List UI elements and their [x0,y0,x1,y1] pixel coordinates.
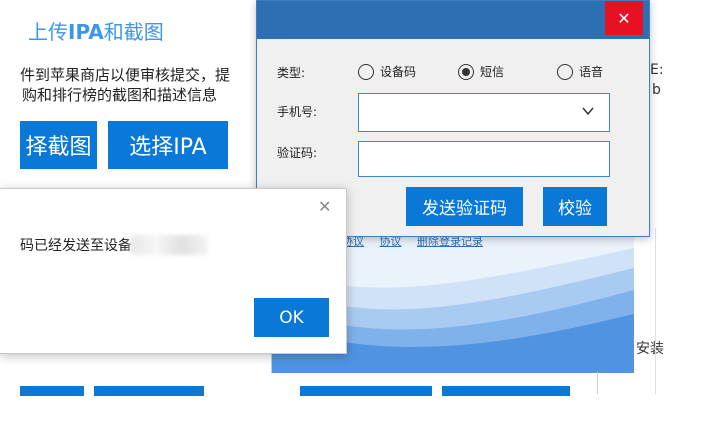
type-label: 类型: [277,66,306,80]
divider-line [655,228,656,394]
radio-circle [557,63,573,80]
radio-label: 短信 [480,65,505,79]
chevron-down-icon [582,107,594,116]
main-description-line1: 件到苹果商店以便审核提交，提 [20,66,231,84]
main-title: 上传IPA和截图 [28,20,164,44]
select-screenshot-button[interactable]: 择截图 [20,121,97,169]
phone-select[interactable] [358,93,610,132]
radio-label: 语音 [579,65,604,79]
message-text: 码已经发送至设备 [20,238,132,254]
radio-sms[interactable]: 短信 [458,63,504,80]
divider-line [597,372,598,394]
close-icon: ✕ [617,8,631,28]
bottom-button-3[interactable] [300,386,432,396]
redacted-device-name [130,235,208,255]
message-box: ✕ 码已经发送至设备 OK [0,188,347,354]
bottom-button-2[interactable] [94,386,204,396]
radio-voice[interactable]: 语音 [557,63,603,80]
verification-code-input[interactable] [358,141,610,177]
verify-button[interactable]: 校验 [543,187,607,226]
send-code-button[interactable]: 发送验证码 [406,187,523,226]
dialog-close-button[interactable]: ✕ [605,1,643,35]
right-fragment-mid: b [652,82,661,98]
phone-label: 手机号: [277,105,318,119]
bottom-button-4[interactable] [442,386,570,396]
radio-circle-checked [458,63,474,80]
main-description-line2: 购和排行榜的截图和描述信息 [22,86,218,104]
dialog-titlebar [257,1,649,39]
select-ipa-button[interactable]: 选择IPA [108,121,228,169]
code-label: 验证码: [277,146,318,160]
right-fragment-top: E: [650,62,664,78]
close-icon[interactable]: ✕ [318,197,331,216]
ok-button[interactable]: OK [254,298,329,337]
radio-device-code[interactable]: 设备码 [358,63,416,80]
radio-circle [358,63,374,80]
radio-label: 设备码 [380,65,417,79]
bottom-button-1[interactable] [20,386,84,396]
right-fragment-install: 安装 [636,341,664,357]
